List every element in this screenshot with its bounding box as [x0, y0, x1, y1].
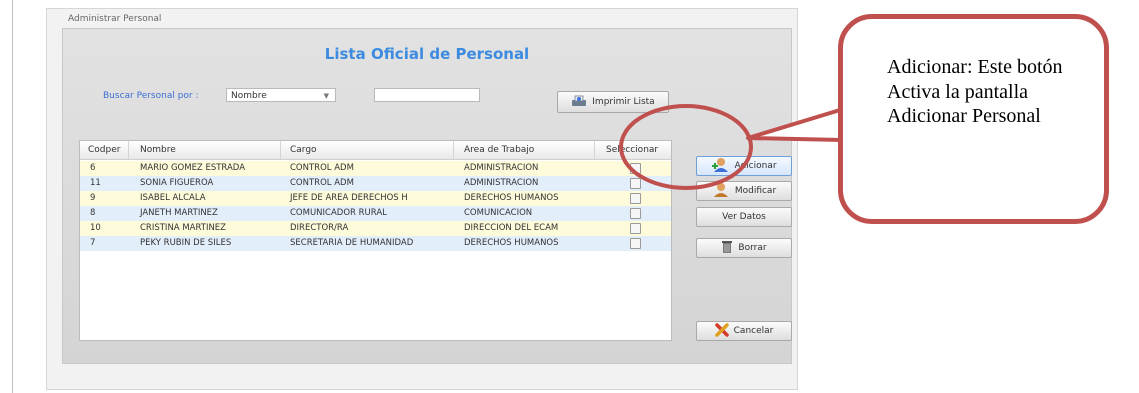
callout-pointer: [746, 108, 843, 142]
annotation-callout: Adicionar: Este botón Activa la pantalla…: [838, 14, 1109, 224]
callout-text: Adicionar: Este botón Activa la pantalla…: [887, 56, 1063, 127]
callout-ellipse: [619, 104, 753, 190]
